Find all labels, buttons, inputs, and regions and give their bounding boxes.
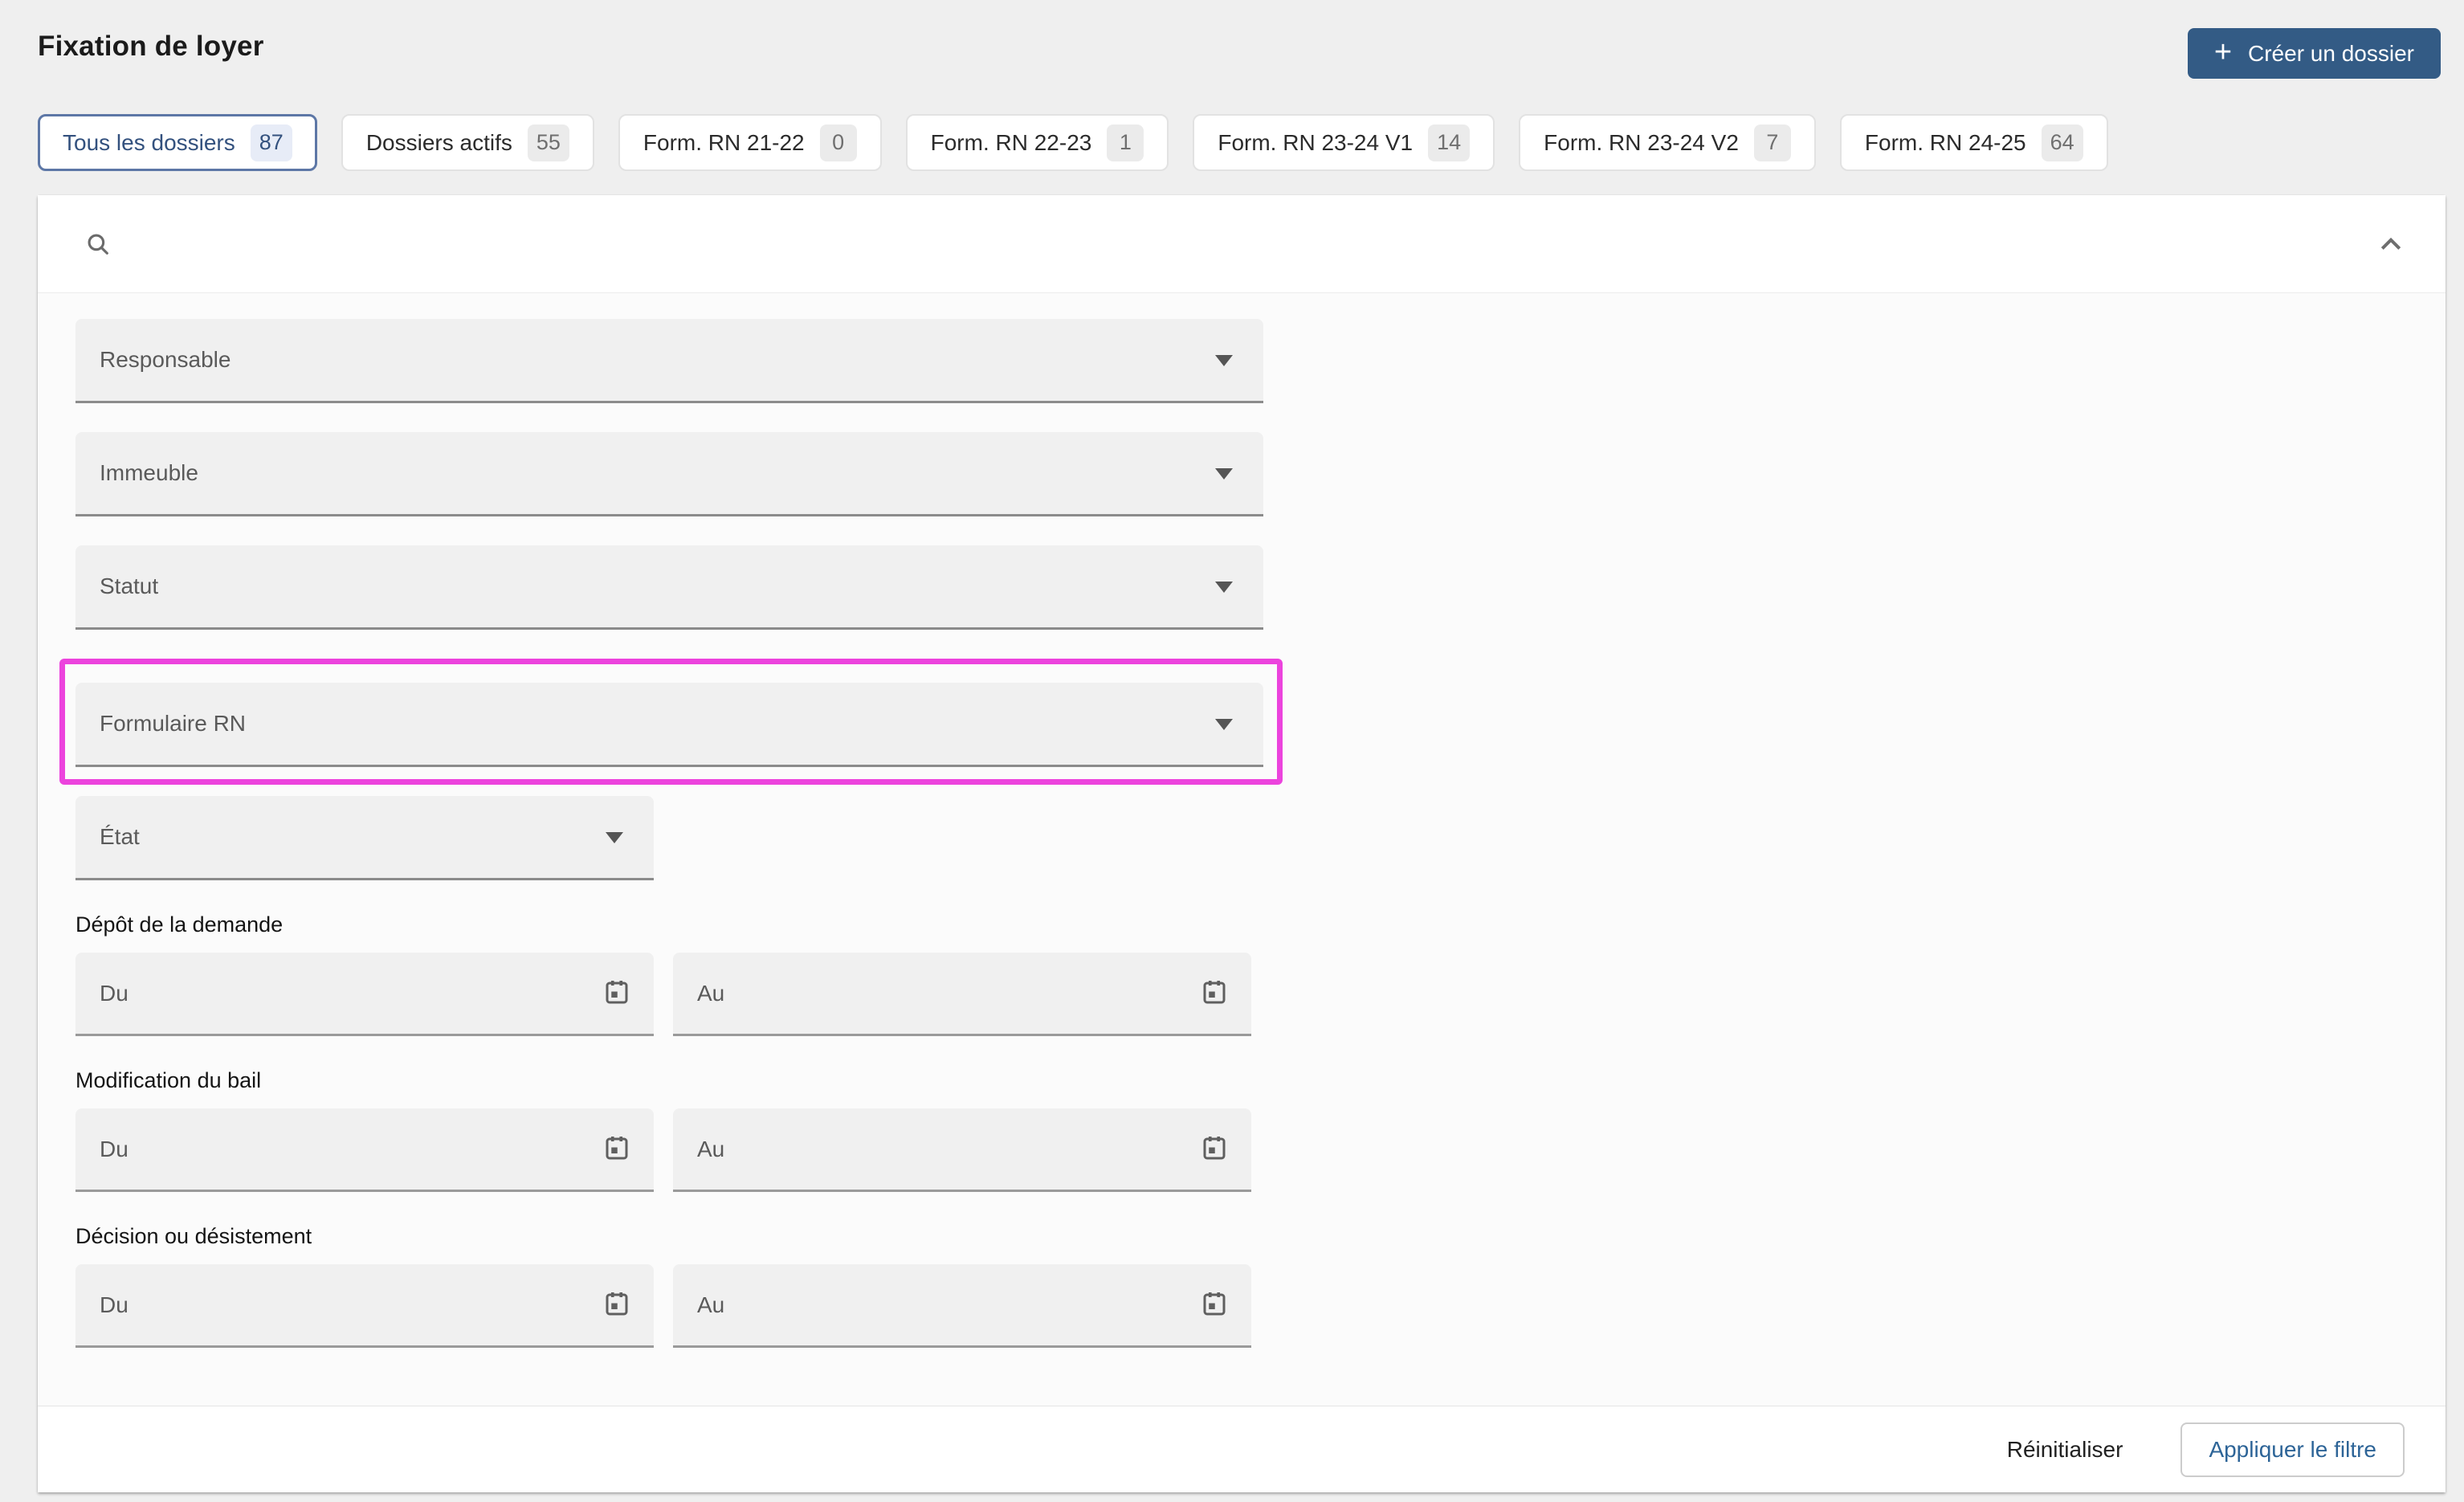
formulaire-rn-select[interactable]: Formulaire RN xyxy=(75,683,1263,767)
tab-count-badge: 87 xyxy=(250,124,292,161)
statut-select[interactable]: Statut xyxy=(75,545,1263,630)
tab-label: Tous les dossiers xyxy=(63,129,235,155)
page-header: Fixation de loyer + Créer un dossier xyxy=(0,0,2464,114)
calendar-icon[interactable] xyxy=(1200,1288,1229,1321)
filter-footer: Réinitialiser Appliquer le filtre xyxy=(38,1406,2446,1492)
dropdown-arrow-icon xyxy=(1215,582,1233,593)
tab-form-rn-23-24-v1[interactable]: Form. RN 23-24 V1 14 xyxy=(1193,114,1495,171)
date-from-placeholder: Du xyxy=(100,1292,129,1317)
reset-button[interactable]: Réinitialiser xyxy=(2007,1437,2123,1463)
etat-select[interactable]: État xyxy=(75,796,654,880)
tab-form-rn-22-23[interactable]: Form. RN 22-23 1 xyxy=(905,114,1169,171)
date-from-placeholder: Du xyxy=(100,1136,129,1161)
responsable-label: Responsable xyxy=(100,347,231,372)
calendar-icon[interactable] xyxy=(1200,1133,1229,1165)
search-bar xyxy=(38,195,2446,293)
statut-label: Statut xyxy=(100,573,159,598)
tab-count-badge: 64 xyxy=(2041,124,2083,161)
depot-date-from-input[interactable]: Du xyxy=(75,953,654,1036)
date-from-placeholder: Du xyxy=(100,980,129,1006)
formulaire-rn-highlight: Formulaire RN xyxy=(59,659,1283,785)
modification-date-from-input[interactable]: Du xyxy=(75,1108,654,1192)
page-title: Fixation de loyer xyxy=(38,31,264,62)
search-input[interactable] xyxy=(134,219,2378,268)
tab-count-badge: 0 xyxy=(819,124,857,161)
tab-label: Form. RN 21-22 xyxy=(643,129,805,155)
etat-label: État xyxy=(100,824,140,849)
calendar-icon[interactable] xyxy=(602,1133,631,1165)
plus-icon: + xyxy=(2213,35,2233,69)
create-dossier-label: Créer un dossier xyxy=(2248,40,2414,66)
dropdown-arrow-icon xyxy=(1215,719,1233,730)
tab-label: Form. RN 23-24 V2 xyxy=(1544,129,1739,155)
decision-section-label: Décision ou désistement xyxy=(75,1224,312,1248)
tab-label: Form. RN 22-23 xyxy=(930,129,1092,155)
modification-section-label: Modification du bail xyxy=(75,1068,262,1092)
tab-form-rn-24-25[interactable]: Form. RN 24-25 64 xyxy=(1839,114,2108,171)
immeuble-label: Immeuble xyxy=(100,460,198,485)
tab-dossiers-actifs[interactable]: Dossiers actifs 55 xyxy=(341,114,594,171)
tab-label: Form. RN 24-25 xyxy=(1864,129,2026,155)
chevron-up-icon xyxy=(2378,231,2404,257)
immeuble-select[interactable]: Immeuble xyxy=(75,432,1263,516)
dropdown-arrow-icon xyxy=(1215,355,1233,366)
tab-count-badge: 14 xyxy=(1428,124,1471,161)
create-dossier-button[interactable]: + Créer un dossier xyxy=(2187,28,2441,79)
tab-label: Form. RN 23-24 V1 xyxy=(1218,129,1414,155)
decision-date-from-input[interactable]: Du xyxy=(75,1264,654,1348)
tab-tous-les-dossiers[interactable]: Tous les dossiers 87 xyxy=(38,114,317,171)
modification-date-to-input[interactable]: Au xyxy=(673,1108,1251,1192)
filter-body: Responsable Immeuble Statut Formulaire R… xyxy=(38,293,2446,1406)
depot-section-label: Dépôt de la demande xyxy=(75,912,284,937)
filter-panel: Responsable Immeuble Statut Formulaire R… xyxy=(38,195,2446,1492)
tab-count-badge: 55 xyxy=(527,124,569,161)
dossier-tabs: Tous les dossiers 87 Dossiers actifs 55 … xyxy=(38,114,2464,171)
date-range-modification: Modification du bail Du Au xyxy=(75,1068,2408,1192)
calendar-icon[interactable] xyxy=(602,1288,631,1321)
date-to-placeholder: Au xyxy=(697,1292,725,1317)
decision-date-to-input[interactable]: Au xyxy=(673,1264,1251,1348)
dropdown-arrow-icon xyxy=(1215,468,1233,480)
tab-form-rn-23-24-v2[interactable]: Form. RN 23-24 V2 7 xyxy=(1519,114,1816,171)
tab-count-badge: 7 xyxy=(1753,124,1791,161)
dropdown-arrow-icon xyxy=(606,832,623,843)
depot-date-to-input[interactable]: Au xyxy=(673,953,1251,1036)
apply-filter-button[interactable]: Appliquer le filtre xyxy=(2180,1422,2405,1477)
tab-label: Dossiers actifs xyxy=(365,129,512,155)
tab-form-rn-21-22[interactable]: Form. RN 21-22 0 xyxy=(618,114,882,171)
collapse-filter-button[interactable] xyxy=(2378,231,2404,257)
date-to-placeholder: Au xyxy=(697,980,725,1006)
responsable-select[interactable]: Responsable xyxy=(75,319,1263,403)
formulaire-rn-label: Formulaire RN xyxy=(100,711,247,736)
date-range-depot: Dépôt de la demande Du Au xyxy=(75,912,2408,1036)
tab-count-badge: 1 xyxy=(1107,124,1144,161)
date-to-placeholder: Au xyxy=(697,1136,725,1161)
calendar-icon[interactable] xyxy=(1200,977,1229,1010)
date-range-decision: Décision ou désistement Du Au xyxy=(75,1224,2408,1348)
calendar-icon[interactable] xyxy=(602,977,631,1010)
search-icon xyxy=(84,231,112,258)
